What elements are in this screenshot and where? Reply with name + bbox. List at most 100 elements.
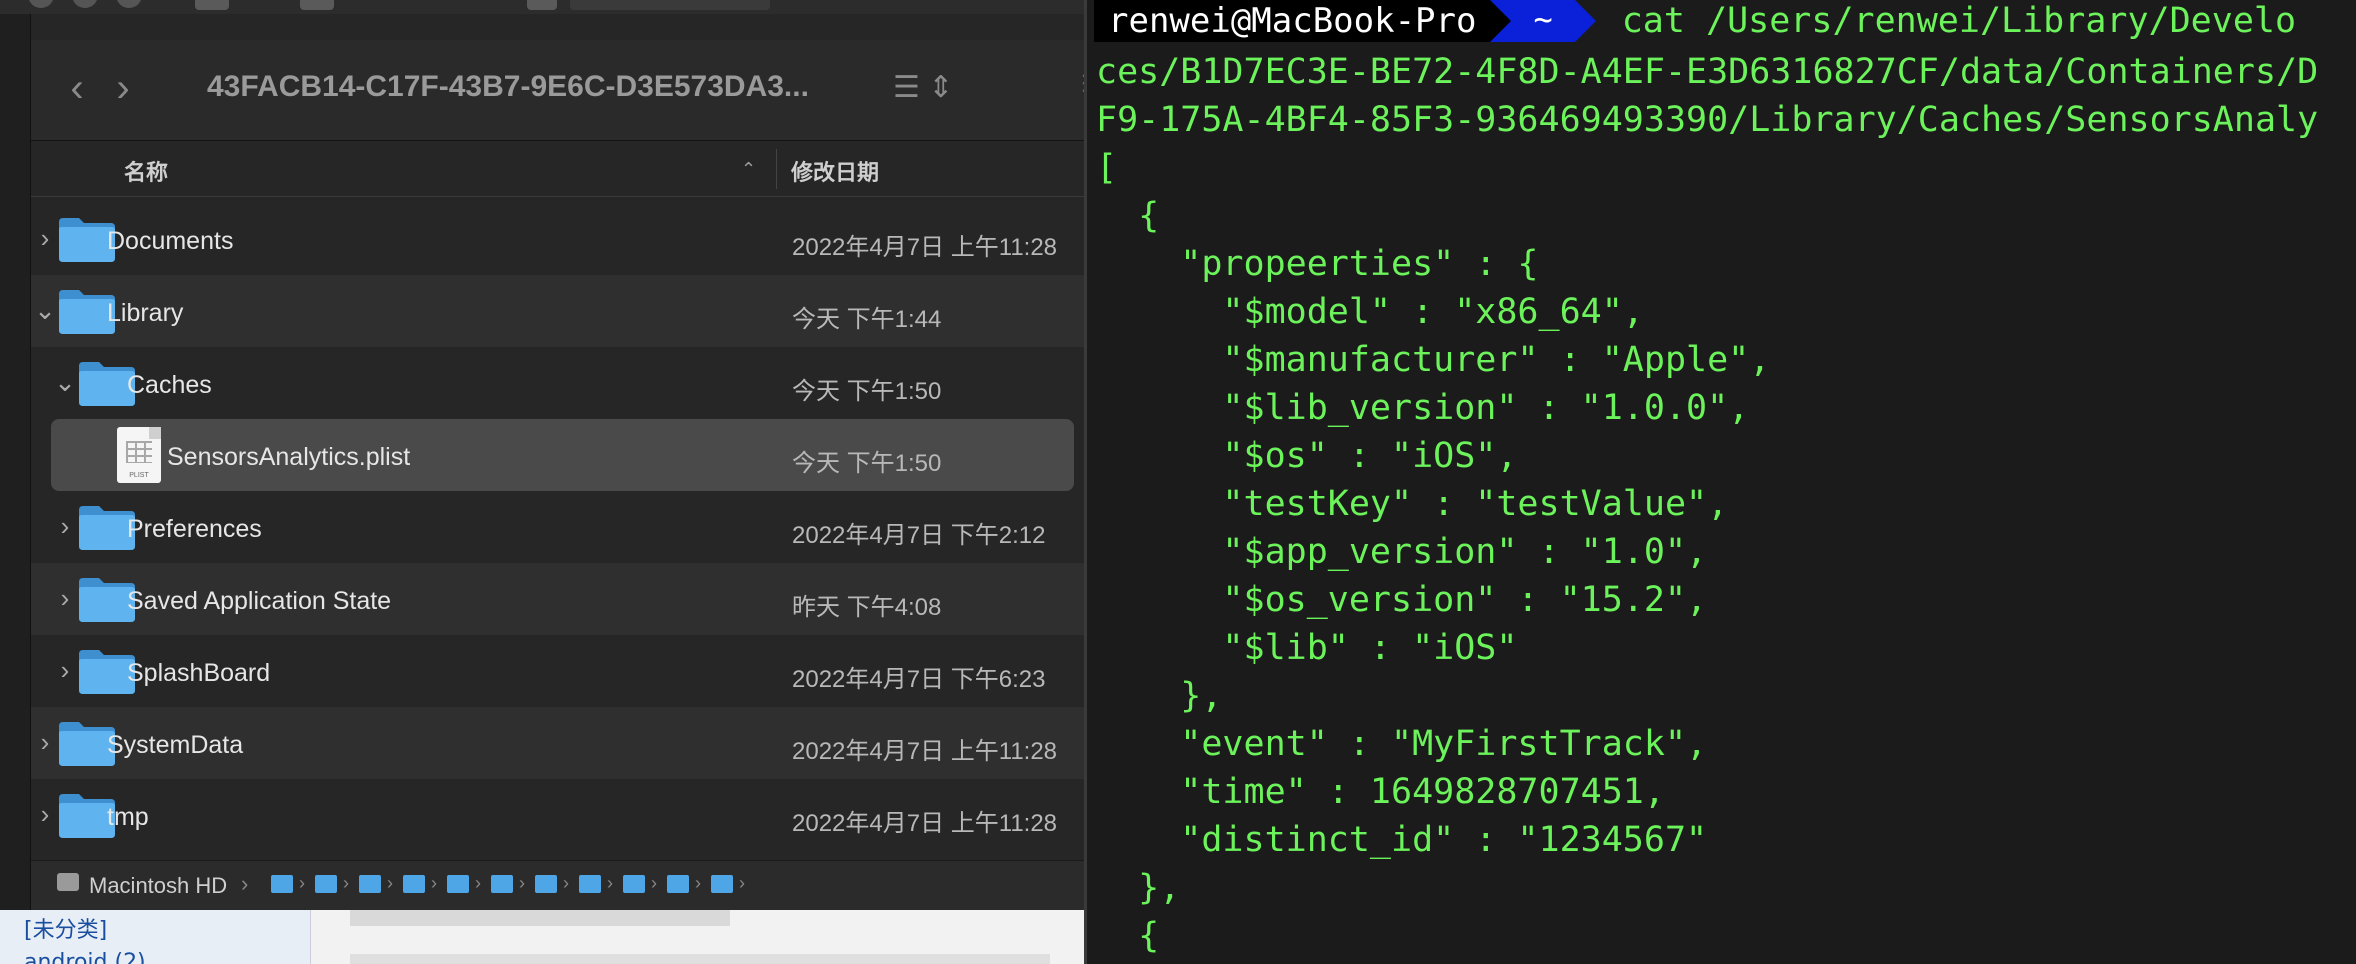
- folder-icon: [271, 874, 293, 893]
- path-crumb[interactable]: ›: [271, 873, 305, 894]
- plist-file-icon: PLIST: [117, 427, 161, 483]
- toolbar-overflow-icon[interactable]: ⋮: [1073, 70, 1084, 96]
- disclosure-collapsed-icon[interactable]: ›: [33, 223, 57, 253]
- file-name: SystemData: [107, 731, 244, 759]
- zoom-window-button[interactable]: [116, 0, 142, 8]
- column-divider[interactable]: [776, 149, 777, 189]
- file-modified-date: 2022年4月7日 上午11:28: [792, 810, 1058, 837]
- back-icon-partial[interactable]: [300, 0, 334, 10]
- back-button[interactable]: ‹: [57, 68, 97, 108]
- path-disk-label[interactable]: Macintosh HD: [89, 873, 227, 899]
- file-row[interactable]: › Saved Application State 昨天 下午4:08: [31, 563, 1084, 635]
- folder-title: 43FACB14-C17F-43B7-9E6C-D3E573DA3...: [207, 70, 809, 103]
- search-field-partial[interactable]: [570, 0, 770, 10]
- terminal-line: "$model" : "x86_64",: [1096, 292, 1644, 332]
- view-mode-list-icon[interactable]: ☰ ⇕: [893, 70, 953, 105]
- android-link[interactable]: android (2): [24, 950, 146, 964]
- file-row[interactable]: › Documents 2022年4月7日 上午11:28: [31, 203, 1084, 275]
- forward-button[interactable]: ›: [103, 68, 143, 108]
- terminal-line: "$manufacturer" : "Apple",: [1096, 340, 1771, 380]
- path-separator-icon: ›: [241, 871, 249, 896]
- hard-disk-icon: [57, 873, 79, 891]
- sidebar-toggle-icon[interactable]: [195, 0, 229, 10]
- background-text-line: [350, 954, 1050, 964]
- file-name: Caches: [127, 371, 212, 399]
- file-row[interactable]: ⌄ Library 今天 下午1:44: [31, 275, 1084, 347]
- path-separator-icon: ›: [431, 873, 437, 893]
- minimize-window-button[interactable]: [72, 0, 98, 8]
- category-link[interactable]: [未分类]: [24, 912, 107, 944]
- path-separator-icon: ›: [519, 873, 525, 893]
- terminal-line: [: [1096, 148, 1118, 188]
- file-list: › Documents 2022年4月7日 上午11:28 ⌄ Library 今天 下午…: [31, 203, 1084, 851]
- file-row[interactable]: › SplashBoard 2022年4月7日 下午6:23: [31, 635, 1084, 707]
- file-modified-date: 今天 下午1:44: [792, 306, 942, 333]
- terminal-line: {: [1096, 916, 1160, 956]
- terminal-line: "$os" : "iOS",: [1096, 436, 1518, 476]
- disclosure-collapsed-icon[interactable]: ›: [53, 655, 77, 685]
- terminal-line: F9-175A-4BF4-85F3-936469493390/Library/C…: [1096, 100, 2319, 140]
- file-name: Saved Application State: [127, 587, 392, 615]
- disclosure-expanded-icon[interactable]: ⌄: [33, 295, 57, 325]
- file-row[interactable]: ⌄ Caches 今天 下午1:50: [31, 347, 1084, 419]
- close-window-button[interactable]: [28, 0, 54, 8]
- file-modified-date: 2022年4月7日 上午11:28: [792, 738, 1058, 765]
- path-crumb[interactable]: ›: [667, 873, 701, 894]
- finder-toolbar: ‹ › 43FACB14-C17F-43B7-9E6C-D3E573DA3...…: [31, 40, 1084, 141]
- background-window: [未分类] android (2): [0, 910, 1084, 964]
- folder-icon: [315, 874, 337, 893]
- disclosure-collapsed-icon[interactable]: ›: [53, 583, 77, 613]
- shell-prompt: renwei@MacBook-Pro ~ cat /Users/renwei/L…: [1094, 0, 2296, 42]
- disclosure-collapsed-icon[interactable]: ›: [33, 799, 57, 829]
- terminal-line: "testKey" : "testValue",: [1096, 484, 1729, 524]
- disclosure-collapsed-icon[interactable]: ›: [53, 511, 77, 541]
- terminal-line: },: [1096, 868, 1181, 908]
- path-separator-icon: ›: [739, 873, 745, 893]
- path-separator-icon: ›: [695, 873, 701, 893]
- path-crumbs: › › › › › › › › › › ›: [271, 873, 745, 894]
- file-row[interactable]: › tmp 2022年4月7日 上午11:28: [31, 779, 1084, 851]
- path-separator-icon: ›: [387, 873, 393, 893]
- path-crumb[interactable]: ›: [535, 873, 569, 894]
- terminal-line: "propeerties" : {: [1096, 244, 1539, 284]
- table-grid-icon: [126, 441, 152, 463]
- path-crumb[interactable]: ›: [491, 873, 525, 894]
- path-separator-icon: ›: [343, 873, 349, 893]
- folder-icon: [359, 874, 381, 893]
- command-text: cat /Users/renwei/Library/Develo: [1621, 1, 2297, 41]
- folder-icon: [623, 874, 645, 893]
- path-crumb[interactable]: ›: [403, 873, 437, 894]
- prompt-arrow-icon: [1490, 0, 1512, 42]
- terminal-line: "distinct_id" : "1234567": [1096, 820, 1708, 860]
- prompt-arrow-icon: [1574, 0, 1596, 42]
- path-separator-icon: ›: [607, 873, 613, 893]
- shield-icon[interactable]: [527, 0, 557, 10]
- file-name: tmp: [107, 803, 149, 831]
- terminal-line: "$lib" : "iOS": [1096, 628, 1518, 668]
- path-crumb[interactable]: ›: [711, 873, 745, 894]
- path-crumb[interactable]: ›: [623, 873, 657, 894]
- list-column-header: 名称 ⌃ 修改日期: [31, 141, 1084, 197]
- path-separator-icon: ›: [651, 873, 657, 893]
- page-fold-icon: [149, 427, 161, 439]
- path-crumb[interactable]: ›: [579, 873, 613, 894]
- background-sidebar: [未分类] android (2): [0, 910, 311, 964]
- file-row[interactable]: PLIST SensorsAnalytics.plist 今天 下午1:50: [51, 419, 1074, 491]
- sort-ascending-icon[interactable]: ⌃: [741, 159, 756, 180]
- path-crumb[interactable]: ›: [315, 873, 349, 894]
- terminal-window[interactable]: renwei@MacBook-Pro ~ cat /Users/renwei/L…: [1084, 0, 2356, 964]
- disclosure-expanded-icon[interactable]: ⌄: [53, 367, 77, 397]
- file-row[interactable]: › SystemData 2022年4月7日 上午11:28: [31, 707, 1084, 779]
- terminal-line: "time" : 1649828707451,: [1096, 772, 1665, 812]
- path-bar: Macintosh HD › › › › › › › › › › › ›: [31, 860, 1084, 911]
- path-separator-icon: ›: [563, 873, 569, 893]
- file-name: SplashBoard: [127, 659, 271, 687]
- column-date-header[interactable]: 修改日期: [791, 155, 879, 187]
- terminal-line: {: [1096, 196, 1160, 236]
- disclosure-collapsed-icon[interactable]: ›: [33, 727, 57, 757]
- file-row[interactable]: › Preferences 2022年4月7日 下午2:12: [31, 491, 1084, 563]
- path-crumb[interactable]: ›: [447, 873, 481, 894]
- path-crumb[interactable]: ›: [359, 873, 393, 894]
- column-name-header[interactable]: 名称: [124, 155, 168, 187]
- file-modified-date: 今天 下午1:50: [792, 378, 942, 405]
